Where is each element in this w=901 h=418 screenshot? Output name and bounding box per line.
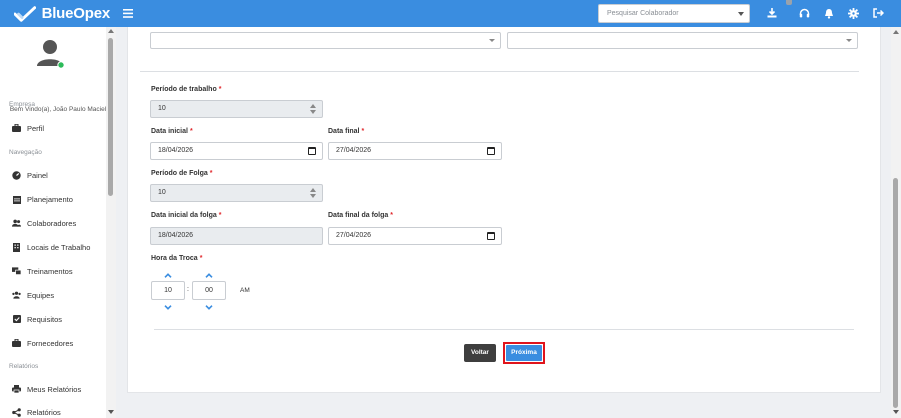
sidebar: Bem Vindo(a), João Paulo Maciel Empresa …	[0, 27, 116, 418]
divider	[154, 329, 854, 330]
download-icon[interactable]	[765, 6, 779, 20]
bell-icon[interactable]	[822, 6, 836, 20]
ampm-label[interactable]: AM	[240, 287, 250, 294]
data-inicial-input[interactable]: 18/04/2026	[150, 142, 323, 160]
time-separator: :	[187, 286, 189, 293]
search-collaborator-select[interactable]: Pesquisar Colaborador	[598, 4, 750, 23]
data-final-folga-input[interactable]: 27/04/2026	[328, 227, 502, 245]
label-data-inicial: Data inicial *	[151, 128, 193, 135]
sidebar-item-perfil[interactable]: Perfil	[12, 123, 44, 133]
label-periodo-trabalho: Período de trabalho *	[151, 86, 222, 93]
chevron-down-icon	[489, 39, 495, 42]
label-data-final: Data final *	[328, 128, 365, 135]
minute-decrement-icon[interactable]	[204, 303, 214, 311]
data-final-input[interactable]: 27/04/2026	[328, 142, 502, 160]
select-field-right[interactable]	[507, 32, 858, 49]
sidebar-scroll-thumb[interactable]	[108, 38, 113, 196]
chevron-down-icon	[738, 12, 744, 16]
sidebar-item-label: Requisitos	[27, 314, 63, 324]
sidebar-item-label: Treinamentos	[27, 266, 73, 276]
training-icon	[12, 267, 21, 276]
users-icon	[12, 219, 21, 228]
section-navegacao: Navegação	[9, 149, 42, 156]
print-icon	[12, 385, 21, 394]
sidebar-item-label: Perfil	[27, 123, 45, 133]
scroll-up-icon[interactable]	[108, 29, 114, 33]
avatar[interactable]	[37, 39, 65, 69]
headset-icon[interactable]	[797, 6, 811, 20]
page-scroll-thumb[interactable]	[893, 178, 898, 408]
sidebar-item-label: Painel	[27, 170, 48, 180]
sidebar-item-painel[interactable]: Painel	[12, 170, 48, 180]
chevron-down-icon	[846, 39, 852, 42]
minute-increment-icon[interactable]	[204, 271, 214, 279]
logo-check-icon	[14, 5, 36, 22]
periodo-folga-input[interactable]: 10	[150, 184, 323, 202]
sidebar-item-label: Locais de Trabalho	[27, 242, 91, 252]
building-icon	[12, 242, 21, 252]
menu-icon[interactable]	[121, 5, 135, 21]
periodo-trabalho-input[interactable]: 10	[150, 100, 323, 118]
sidebar-item-meus-relatorios[interactable]: Meus Relatórios	[12, 384, 81, 394]
scroll-down-icon[interactable]	[893, 410, 899, 414]
sidebar-item-treinamentos[interactable]: Treinamentos	[12, 266, 73, 276]
label-hora-troca: Hora da Troca *	[151, 255, 203, 262]
sidebar-item-colaboradores[interactable]: Colaboradores	[12, 218, 76, 228]
brand-logo[interactable]: BlueOpex	[14, 5, 110, 22]
label-data-final-folga: Data final da folga *	[328, 212, 394, 219]
calendar-icon[interactable]	[308, 147, 316, 155]
hour-decrement-icon[interactable]	[163, 303, 173, 311]
back-button[interactable]: Voltar	[464, 344, 496, 362]
label-data-inicial-folga: Data inicial da folga *	[151, 212, 222, 219]
logout-icon[interactable]	[871, 6, 885, 20]
team-icon	[12, 291, 21, 300]
section-relatorios: Relatórios	[9, 363, 39, 370]
next-button[interactable]: Próxima	[506, 345, 542, 361]
header-tab-marker	[786, 0, 792, 5]
sidebar-item-label: Meus Relatórios	[27, 384, 82, 394]
sidebar-item-label: Relatórios	[27, 407, 61, 417]
dashboard-icon	[12, 170, 21, 180]
data-inicial-folga-input[interactable]: 18/04/2026	[150, 227, 323, 245]
sidebar-item-label: Equipes	[27, 290, 55, 300]
stepper-icon[interactable]	[310, 104, 316, 115]
calendar-icon	[12, 195, 21, 204]
divider	[140, 71, 859, 72]
sidebar-item-fornecedores[interactable]: Fornecedores	[12, 338, 73, 348]
section-empresa: Empresa	[9, 101, 36, 108]
calendar-icon[interactable]	[487, 147, 495, 155]
briefcase-icon	[12, 124, 21, 133]
brand-name: BlueOpex	[41, 5, 111, 22]
minute-input[interactable]: 00	[192, 281, 226, 300]
sidebar-item-requisitos[interactable]: Requisitos	[12, 314, 62, 324]
hour-increment-icon[interactable]	[163, 271, 173, 279]
sidebar-item-relatorios[interactable]: Relatórios	[12, 407, 61, 417]
search-placeholder: Pesquisar Colaborador	[607, 10, 679, 17]
select-field-left[interactable]	[150, 32, 501, 49]
sidebar-item-planejamento[interactable]: Planejamento	[12, 194, 73, 204]
sidebar-item-locais[interactable]: Locais de Trabalho	[12, 242, 90, 252]
briefcase-icon	[12, 339, 21, 348]
label-periodo-folga: Período de Folga *	[151, 170, 213, 177]
calendar-icon[interactable]	[487, 232, 495, 240]
sidebar-item-label: Fornecedores	[27, 338, 74, 348]
share-icon	[12, 407, 21, 417]
scroll-down-icon[interactable]	[108, 410, 114, 414]
gear-icon[interactable]	[846, 6, 860, 20]
checkbox-icon	[12, 315, 21, 324]
hour-input[interactable]: 10	[151, 281, 185, 300]
scroll-up-icon[interactable]	[893, 30, 899, 34]
sidebar-item-label: Colaboradores	[27, 218, 77, 228]
sidebar-item-equipes[interactable]: Equipes	[12, 290, 54, 300]
form-card	[127, 27, 881, 393]
sidebar-item-label: Planejamento	[27, 194, 73, 204]
stepper-icon[interactable]	[310, 188, 316, 199]
